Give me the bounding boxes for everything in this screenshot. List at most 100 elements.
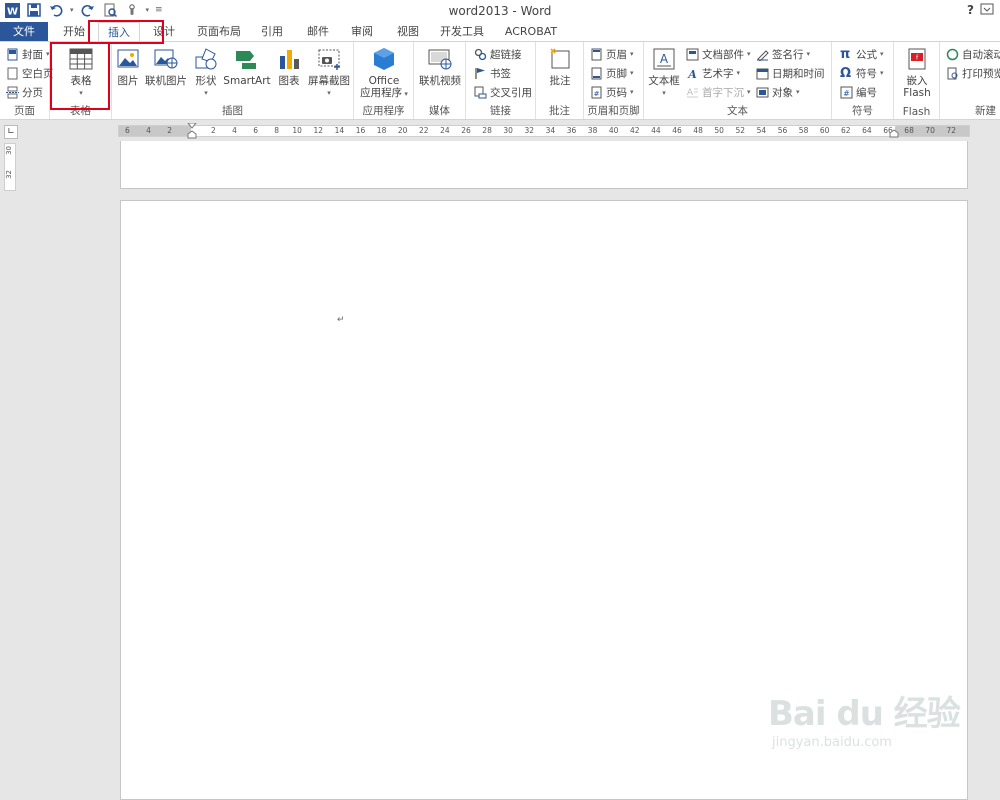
embed-flash-button[interactable]: f 嵌入 Flash [898, 46, 936, 99]
text-box-button[interactable]: A 文本框 ▾ [648, 46, 680, 99]
blank-page-button[interactable]: 空白页 [6, 65, 54, 81]
vertical-ruler[interactable]: 30 32 [4, 143, 16, 191]
tab-home[interactable]: 开始 [56, 22, 92, 41]
ruler-number: 30 [503, 126, 513, 135]
paragraph-mark[interactable]: ↵ [337, 315, 345, 325]
group-media-label: 媒体 [429, 105, 450, 117]
cross-reference-label: 交叉引用 [490, 86, 532, 99]
tab-insert[interactable]: 插入 [98, 22, 140, 42]
help-button[interactable]: ? [967, 3, 974, 17]
ribbon: 封面 ▾ 空白页 分页 页面 表格 ▾ 表格 图片 联机图片 形状 ▾ Smar… [0, 41, 1000, 120]
tab-page-layout[interactable]: 页面布局 [192, 22, 246, 41]
hyperlink-button[interactable]: 超链接 [474, 46, 522, 62]
quick-parts-label: 文档部件 [702, 48, 744, 61]
online-pictures-button[interactable]: 联机图片 [144, 46, 188, 87]
group-flash: f 嵌入 Flash Flash [894, 42, 940, 119]
quick-parts-button[interactable]: 文档部件 ▾ [686, 46, 751, 62]
office-store-icon [374, 48, 394, 70]
wordart-button[interactable]: A 艺术字 ▾ [686, 65, 740, 81]
ruler-number: 26 [461, 126, 471, 135]
group-symbols: π 公式 ▾ Ω 符号 ▾ # 编号 符号 [832, 42, 894, 119]
cover-page-button[interactable]: 封面 ▾ [6, 46, 50, 62]
smartart-icon [236, 51, 256, 69]
window-title: word2013 - Word [448, 4, 552, 18]
vruler-num: 32 [5, 170, 13, 179]
svg-text:#: # [843, 89, 850, 98]
print-preview-button[interactable]: 打印预览 [946, 65, 1000, 81]
group-flash-label: Flash [902, 106, 931, 118]
number-button[interactable]: # 编号 [840, 84, 877, 100]
ruler-number: 68 [904, 126, 914, 135]
symbol-button[interactable]: Ω 符号 ▾ [840, 65, 884, 81]
signature-line-button[interactable]: 签名行 ▾ [756, 46, 810, 62]
new-comment-button[interactable]: 批注 [542, 46, 578, 87]
page-number-button[interactable]: # 页码 ▾ [590, 84, 634, 100]
auto-scroll-button[interactable]: 自动滚动 [946, 46, 1000, 62]
cross-reference-button[interactable]: 交叉引用 [474, 84, 532, 100]
page-break-label: 分页 [22, 86, 43, 99]
ruler-number: 36 [566, 126, 577, 135]
ruler-number: 32 [524, 126, 535, 135]
smartart-label: SmartArt [223, 75, 271, 87]
ribbon-display-options-icon[interactable] [980, 3, 994, 18]
tab-file[interactable]: 文件 [0, 22, 48, 41]
tab-developer[interactable]: 开发工具 [434, 22, 490, 41]
object-button[interactable]: 对象 ▾ [756, 84, 800, 100]
indent-marker-icon[interactable] [187, 123, 197, 139]
office-apps-button[interactable]: Office 应用程序 ▾ [358, 46, 410, 100]
tab-mailings[interactable]: 邮件 [298, 22, 338, 41]
group-pages: 封面 ▾ 空白页 分页 页面 [0, 42, 54, 119]
ruler-number: 12 [313, 126, 324, 135]
online-pictures-icon [154, 49, 178, 69]
group-new: 自动滚动 打印预览 新建 [940, 42, 1000, 119]
tab-design[interactable]: 设计 [146, 22, 182, 41]
footer-button[interactable]: 页脚 ▾ [590, 65, 634, 81]
equation-button[interactable]: π 公式 ▾ [840, 46, 884, 62]
smartart-button[interactable]: SmartArt [223, 46, 271, 87]
group-symbols-label: 符号 [852, 105, 873, 117]
hyperlink-label: 超链接 [490, 48, 522, 61]
tab-selector-button[interactable]: ∟ [4, 125, 18, 139]
new-comment-label: 批注 [549, 75, 571, 87]
tab-references[interactable]: 引用 [256, 22, 288, 41]
page-break-button[interactable]: 分页 [6, 84, 43, 100]
ruler-number: 40 [608, 126, 619, 135]
tab-view[interactable]: 视图 [390, 22, 426, 41]
ruler-number: 4 [146, 126, 151, 135]
svg-text:A: A [687, 68, 697, 80]
picture-button[interactable]: 图片 [114, 46, 142, 87]
online-video-button[interactable]: 联机视频 [418, 46, 462, 87]
table-button[interactable]: 表格 ▾ [66, 46, 96, 99]
tab-review[interactable]: 审阅 [344, 22, 380, 41]
page-number-label: 页码 [606, 86, 627, 99]
blank-page-label: 空白页 [22, 67, 54, 80]
date-time-button[interactable]: 日期和时间 [756, 65, 825, 81]
right-indent-marker-icon[interactable] [889, 128, 899, 138]
wordart-icon: A [687, 68, 697, 80]
header-button[interactable]: 页眉 ▾ [590, 46, 634, 62]
chart-button[interactable]: 图表 [274, 46, 304, 87]
screenshot-button[interactable]: 屏幕截图 ▾ [306, 46, 352, 99]
ribbon-tab-bar: 文件 开始 插入 设计 页面布局 引用 邮件 审阅 视图 开发工具 ACROBA… [0, 22, 1000, 42]
group-pages-label: 页面 [14, 105, 35, 117]
ruler-number: 50 [714, 126, 724, 135]
shapes-label: 形状 [195, 75, 217, 87]
previous-page-bottom[interactable] [120, 141, 968, 189]
object-icon [756, 87, 769, 97]
ruler-number: 6 [125, 126, 130, 135]
ruler-number: 42 [630, 126, 640, 135]
ruler-number: 10 [292, 126, 302, 135]
bookmark-button[interactable]: 书签 [474, 65, 511, 81]
ruler-number: 20 [397, 126, 408, 135]
group-links-label: 链接 [490, 105, 511, 117]
online-pictures-label: 联机图片 [145, 75, 187, 87]
tab-acrobat[interactable]: ACROBAT [500, 22, 562, 41]
ruler-number: 28 [482, 126, 492, 135]
group-apps: Office 应用程序 ▾ 应用程序 [354, 42, 414, 119]
horizontal-ruler[interactable]: 6 4 2 2 4 6 8 10 12 14 16 18 20 22 24 26 28 30 32 34 36 38 40 4… [118, 123, 970, 139]
shapes-button[interactable]: 形状 ▾ [192, 46, 220, 99]
embed-flash-label-line2: Flash [903, 87, 931, 99]
page-number-icon: # [591, 86, 602, 98]
drop-cap-button[interactable]: A 首字下沉 ▾ [686, 84, 751, 100]
chart-icon [280, 50, 299, 69]
